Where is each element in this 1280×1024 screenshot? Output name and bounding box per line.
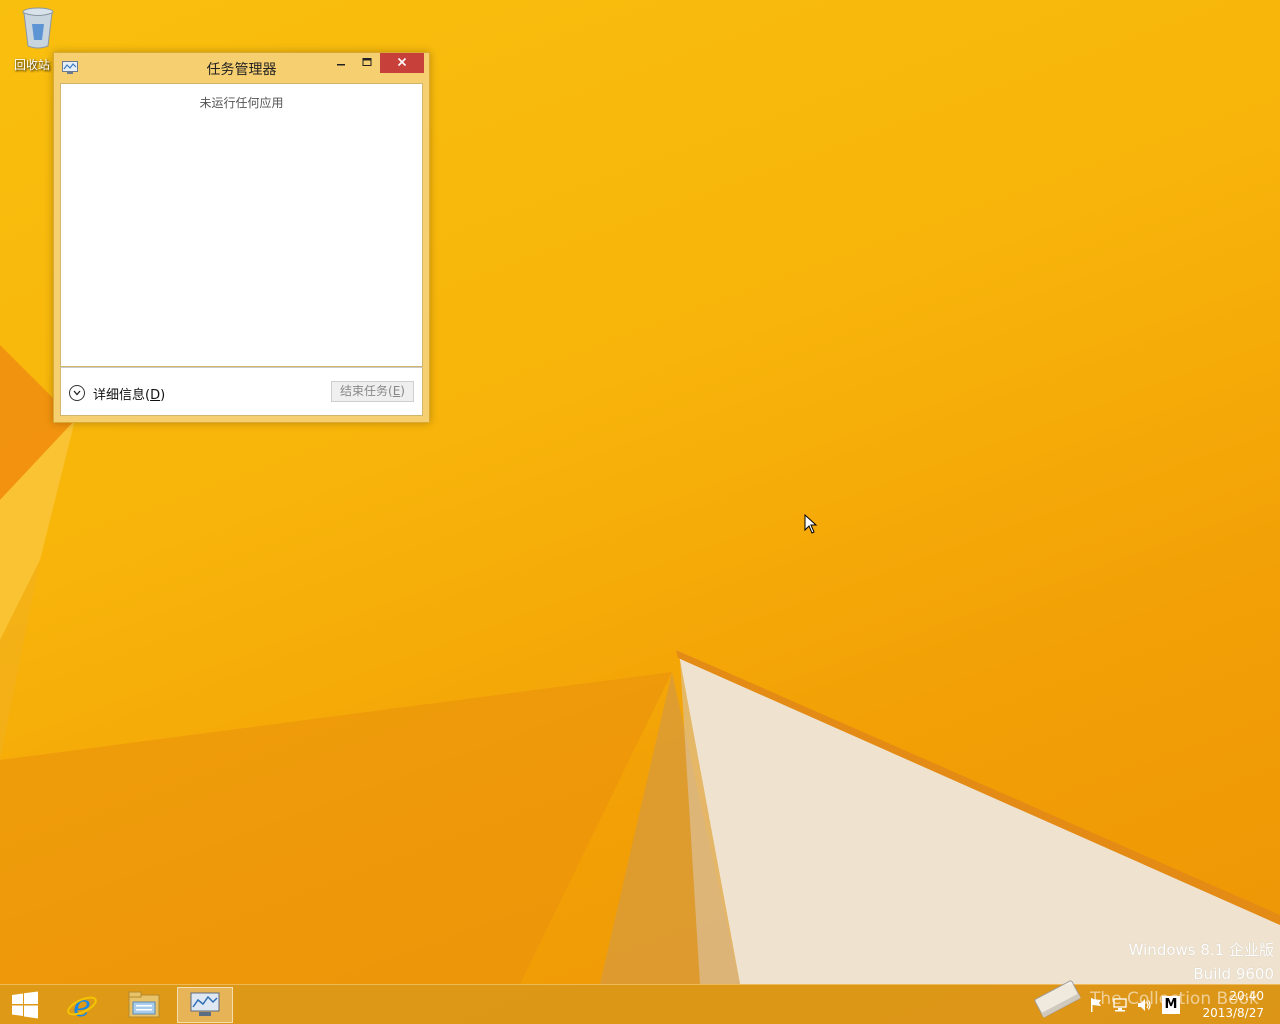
network-icon[interactable] bbox=[1112, 997, 1128, 1013]
file-explorer-icon bbox=[128, 991, 160, 1018]
task-manager-window[interactable]: 任务管理器 未运行任何应用 详细信息(D) 结束任务(E) bbox=[53, 52, 430, 423]
window-titlebar[interactable]: 任务管理器 bbox=[54, 53, 429, 83]
input-method-indicator[interactable]: M bbox=[1162, 996, 1180, 1014]
system-clock[interactable]: 20:40 2013/8/27 bbox=[1202, 988, 1264, 1022]
close-button[interactable] bbox=[380, 53, 424, 73]
desktop[interactable]: 回收站 任务管理器 未运行任何应用 详细信息(D) 结束任务(E) Window… bbox=[0, 0, 1280, 1024]
svg-text:e: e bbox=[73, 989, 91, 1021]
taskbar-internet-explorer[interactable]: e bbox=[54, 987, 110, 1023]
maximize-icon bbox=[362, 58, 372, 66]
taskbar[interactable]: e The Book M 20:40 2013/8/27 bbox=[0, 980, 1280, 1024]
book-icon bbox=[1034, 980, 1081, 1018]
internet-explorer-icon: e bbox=[67, 989, 97, 1021]
taskbar-task-manager[interactable] bbox=[177, 987, 233, 1023]
clock-date: 2013/8/27 bbox=[1202, 1006, 1264, 1020]
task-manager-icon bbox=[190, 992, 220, 1016]
more-details-label: 详细信息(D) bbox=[93, 387, 166, 403]
minimize-button[interactable] bbox=[328, 53, 354, 73]
end-task-button[interactable]: 结束任务(E) bbox=[331, 381, 414, 402]
chevron-down-icon bbox=[69, 385, 85, 401]
watermark-build: Build 9600 bbox=[1193, 965, 1274, 983]
clock-time: 20:40 bbox=[1229, 989, 1264, 1003]
window-footer: 详细信息(D) 结束任务(E) bbox=[60, 367, 423, 416]
start-button[interactable] bbox=[0, 987, 50, 1023]
recycle-bin-label: 回收站 bbox=[13, 58, 50, 72]
taskbar-file-explorer[interactable] bbox=[116, 987, 172, 1023]
recycle-bin-icon bbox=[22, 7, 54, 49]
windows-build-watermark: Windows 8.1 企业版 Build 9600 bbox=[1129, 938, 1274, 986]
maximize-button[interactable] bbox=[354, 53, 380, 73]
close-icon bbox=[397, 57, 407, 67]
minimize-icon bbox=[337, 64, 345, 66]
start-icon bbox=[12, 991, 38, 1019]
empty-state-message: 未运行任何应用 bbox=[199, 96, 284, 110]
volume-icon[interactable] bbox=[1136, 997, 1152, 1013]
system-tray[interactable]: The Collection Book M 20:40 2013/8/27 bbox=[1020, 980, 1280, 1024]
more-details-toggle[interactable]: 详细信息(D) bbox=[69, 383, 165, 403]
mouse-cursor-icon bbox=[804, 514, 818, 534]
watermark-edition: Windows 8.1 企业版 bbox=[1128, 941, 1274, 959]
app-list[interactable]: 未运行任何应用 bbox=[60, 83, 423, 367]
action-center-flag-icon[interactable] bbox=[1088, 997, 1104, 1013]
